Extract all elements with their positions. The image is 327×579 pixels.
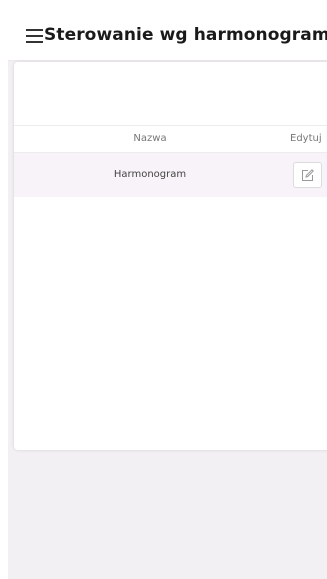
app-frame: Sterowanie wg harmonogramu Nazwa Edytuj … <box>8 10 327 579</box>
table-header: Nazwa Edytuj <box>14 126 327 153</box>
page-title: Sterowanie wg harmonogramu <box>44 25 327 45</box>
hamburger-menu-icon[interactable] <box>26 28 43 43</box>
table-row[interactable]: Harmonogram <box>14 153 327 197</box>
schedule-card: Nazwa Edytuj Harmonogram <box>14 62 327 450</box>
card-toolbar-area <box>14 62 327 126</box>
column-header-name: Nazwa <box>133 133 167 144</box>
column-header-edit: Edytuj <box>290 133 322 144</box>
app-header: Sterowanie wg harmonogramu <box>8 10 327 61</box>
edit-button[interactable] <box>293 162 322 188</box>
edit-icon <box>302 169 314 181</box>
schedule-name-cell: Harmonogram <box>113 169 187 180</box>
